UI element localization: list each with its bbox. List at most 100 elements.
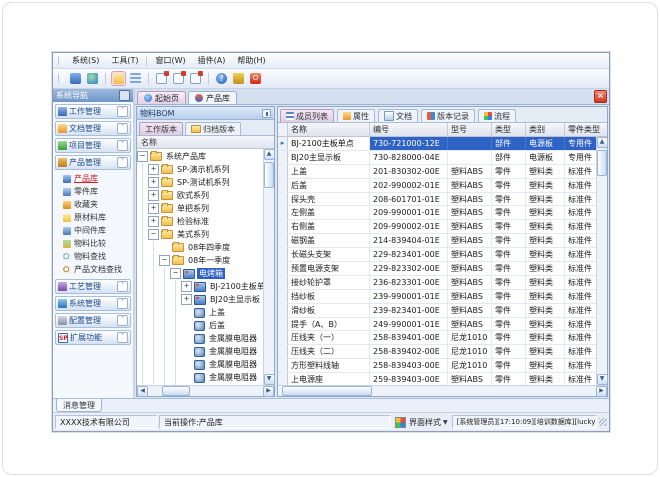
menu-item-3[interactable]: 窗口(W) xyxy=(149,54,191,67)
tree-node-12[interactable]: +BJ20主显示板 xyxy=(137,293,263,306)
tree-node-5[interactable]: +单把系列 xyxy=(137,202,263,215)
table-row[interactable]: BJ20主显示板730-828000-04E部件电源板专用件外协颗 xyxy=(278,151,596,165)
sidebar-group-5[interactable]: 工艺管理˅ xyxy=(55,279,131,294)
tree-node-4[interactable]: +欧式系列 xyxy=(137,189,263,202)
sidebar-item-3[interactable]: 收藏夹 xyxy=(55,198,131,211)
close-tab-icon[interactable]: × xyxy=(594,90,607,103)
window-layout-icon[interactable] xyxy=(129,72,142,85)
panel-tab-3[interactable]: 文档 xyxy=(378,109,418,122)
expand-icon[interactable]: + xyxy=(148,216,159,227)
sidebar-group-4[interactable]: 产品管理˄ xyxy=(55,155,131,170)
pin-icon[interactable] xyxy=(262,109,271,118)
tree-column-header[interactable]: 名称 xyxy=(137,136,274,149)
table-row[interactable]: 上电源座259-839403-00E塑料ABS零件塑料类标准件外协条 xyxy=(278,373,596,385)
scroll-up-icon[interactable]: ▲ xyxy=(597,137,608,148)
table-row[interactable]: 上盖201-830302-00E塑料ABS零件塑料类标准件外协条 xyxy=(278,165,596,179)
chevron-down-icon[interactable]: ˅ xyxy=(117,123,128,134)
grid-hscroll-thumb[interactable] xyxy=(282,386,372,396)
library-folder-icon[interactable] xyxy=(112,72,125,85)
menu-item-1[interactable]: 系统(S) xyxy=(66,54,105,67)
sidebar-group-2[interactable]: 文档管理˅ xyxy=(55,121,131,136)
table-row[interactable]: 后盖202-990002-01E塑料ABS零件塑料类标准件外协条 xyxy=(278,179,596,193)
column-header-3[interactable]: 型号 xyxy=(448,123,492,136)
sidebar-item-2[interactable]: 零件库 xyxy=(55,185,131,198)
scroll-up-icon[interactable]: ▲ xyxy=(264,149,275,160)
tree-vertical-scrollbar[interactable]: ▲ ▼ xyxy=(263,149,274,385)
sidebar-group-6[interactable]: 系统管理˅ xyxy=(55,296,131,311)
tree-node-6[interactable]: +检验标准 xyxy=(137,215,263,228)
scroll-down-icon[interactable]: ▼ xyxy=(264,374,275,385)
tree-node-3[interactable]: +SP-测试机系列 xyxy=(137,176,263,189)
table-row[interactable]: 接纱轮护罩236-823301-00E塑料ABS零件塑料类标准件外协条 xyxy=(278,276,596,290)
collapse-icon[interactable]: − xyxy=(148,229,159,240)
column-header-1[interactable]: 名称 xyxy=(288,123,370,136)
sidebar-item-7[interactable]: 物料查找 xyxy=(55,250,131,263)
chevron-down-icon[interactable]: ˅ xyxy=(117,106,128,117)
tree-node-14[interactable]: 后盖 xyxy=(137,319,263,332)
doc-tab-product-library[interactable]: 产品库 xyxy=(188,91,237,104)
tree-node-16[interactable]: 金属膜电阻器 xyxy=(137,345,263,358)
scroll-down-icon[interactable]: ▼ xyxy=(597,374,608,385)
menu-item-2[interactable]: 工具(T) xyxy=(105,54,144,67)
scroll-right-icon[interactable]: ▶ xyxy=(596,386,607,397)
table-row[interactable]: 提手（A、B）249-990001-01E塑料ABS零件塑料类标准件外协条 xyxy=(278,318,596,332)
table-row[interactable]: 压线夹（二）258-839402-00E尼龙1010零件塑料类标准件外协条 xyxy=(278,345,596,359)
expand-icon[interactable]: + xyxy=(181,294,192,305)
tree-node-15[interactable]: 金属膜电阻器 xyxy=(137,332,263,345)
report-print-icon[interactable] xyxy=(172,72,185,85)
chevron-up-icon[interactable]: ˄ xyxy=(117,157,128,168)
resize-grip[interactable] xyxy=(599,418,607,426)
chevron-down-icon[interactable]: ˅ xyxy=(117,332,128,343)
version-tab-1[interactable]: 工作版本 xyxy=(139,122,183,135)
sidebar-group-3[interactable]: 项目管理˅ xyxy=(55,138,131,153)
sidebar-item-1[interactable]: 产品库 xyxy=(55,172,131,185)
collapse-icon[interactable]: − xyxy=(170,268,181,279)
collapse-icon[interactable]: − xyxy=(137,151,148,162)
report-export-icon[interactable] xyxy=(155,72,168,85)
menu-item-4[interactable]: 插件(A) xyxy=(192,54,232,67)
sidebar-header-button[interactable] xyxy=(119,90,130,101)
expand-icon[interactable]: + xyxy=(148,203,159,214)
panel-tab-2[interactable]: 属性 xyxy=(337,109,375,122)
tree-node-10[interactable]: −电烤箱 xyxy=(137,267,263,280)
web-icon[interactable] xyxy=(86,72,99,85)
tree-hscroll-thumb[interactable] xyxy=(162,386,190,396)
tree-node-9[interactable]: −08年一季度 xyxy=(137,254,263,267)
expand-icon[interactable]: + xyxy=(148,190,159,201)
grid-vscroll-thumb[interactable] xyxy=(597,150,607,176)
chevron-down-icon[interactable]: ˅ xyxy=(117,140,128,151)
collapse-icon[interactable]: − xyxy=(159,255,170,266)
doc-tab-home[interactable]: 起始页 xyxy=(137,91,186,104)
table-row[interactable]: 压线夹（一）258-839401-00E尼龙1010零件塑料类标准件外协条 xyxy=(278,331,596,345)
grid-vertical-scrollbar[interactable]: ▲ ▼ xyxy=(596,137,607,385)
tree-node-18[interactable]: 金属膜电阻器 xyxy=(137,371,263,384)
table-row[interactable]: 右侧盖209-990002-01E塑料ABS零件塑料类标准件外协条 xyxy=(278,220,596,234)
version-tab-2[interactable]: 归档版本 xyxy=(185,122,241,135)
tree-horizontal-scrollbar[interactable]: ◀ ▶ xyxy=(137,385,274,396)
sidebar-item-4[interactable]: 原材料库 xyxy=(55,211,131,224)
sidebar-group-1[interactable]: 工作管理˅ xyxy=(55,104,131,119)
tree-node-17[interactable]: 金属膜电阻器 xyxy=(137,358,263,371)
grid-horizontal-scrollbar[interactable]: ▶ xyxy=(278,385,607,396)
panel-tab-1[interactable]: 成员列表 xyxy=(280,109,334,122)
table-row[interactable]: 方形塑料线轴258-839403-00E尼龙1010零件塑料类标准件外协条 xyxy=(278,359,596,373)
table-row[interactable]: 滑纱板239-823401-00E塑料ABS零件塑料类标准件外协条 xyxy=(278,304,596,318)
table-row[interactable]: 长磁头支架229-823401-00E塑料ABS零件塑料类标准件外协条 xyxy=(278,248,596,262)
expand-icon[interactable]: + xyxy=(148,164,159,175)
message-manage-tab[interactable]: 消息管理 xyxy=(56,399,102,412)
desktop-icon[interactable] xyxy=(69,72,82,85)
panel-tab-5[interactable]: 流程 xyxy=(478,109,516,122)
ui-style-dropdown[interactable]: 界面样式 ▼ xyxy=(393,417,450,428)
tree-node-2[interactable]: +SP-演示机系列 xyxy=(137,163,263,176)
table-row[interactable]: 磁钢盖214-839404-01E塑料ABS零件塑料类标准件外协条 xyxy=(278,234,596,248)
chevron-down-icon[interactable]: ˅ xyxy=(117,281,128,292)
expand-icon[interactable]: + xyxy=(181,281,192,292)
tree-node-13[interactable]: 上盖 xyxy=(137,306,263,319)
tree-vscroll-thumb[interactable] xyxy=(264,162,274,188)
scroll-left-icon[interactable]: ◀ xyxy=(137,386,148,397)
column-header-2[interactable]: 编号 xyxy=(370,123,448,136)
sidebar-item-8[interactable]: 产品文档查找 xyxy=(55,263,131,276)
exit-icon[interactable]: O xyxy=(249,72,262,85)
scroll-right-icon[interactable]: ▶ xyxy=(263,386,274,397)
tree-node-11[interactable]: +BJ-2100主板单点 xyxy=(137,280,263,293)
